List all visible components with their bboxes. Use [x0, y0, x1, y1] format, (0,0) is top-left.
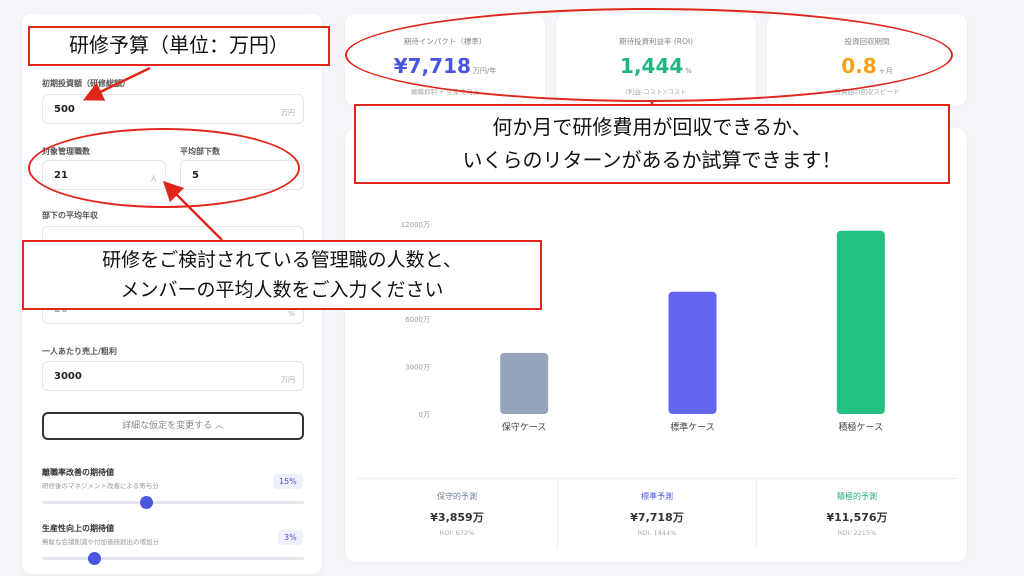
payback-callout-line1: 何か月で研修費用が回収できるか、: [492, 115, 812, 139]
headcount-callout-line1: 研修をご検討されている管理職の人数と、: [102, 249, 462, 271]
payback-callout: 何か月で研修費用が回収できるか、 いくらのリターンがあるか試算できます！: [354, 104, 950, 184]
headcount-arrow: [162, 180, 223, 241]
headcount-callout-line2: メンバーの平均人数をご入力ください: [120, 279, 444, 301]
payback-callout-line2: いくらのリターンがあるか試算できます！: [462, 148, 842, 172]
budget-arrow: [82, 66, 151, 101]
budget-callout: 研修予算（単位：万円）: [28, 26, 330, 66]
headcount-callout: 研修をご検討されている管理職の人数と、 メンバーの平均人数をご入力ください: [22, 240, 542, 310]
